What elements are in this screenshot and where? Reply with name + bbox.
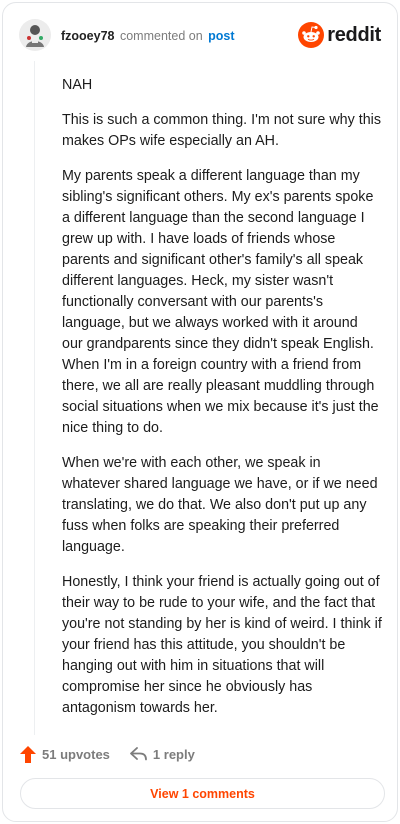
view-comments-button[interactable]: View 1 comments [20,778,385,809]
upvote-count: 51 upvotes [42,746,110,762]
comment-paragraph: When we're with each other, we speak in … [62,455,378,555]
thread-line [34,61,35,735]
comment-actions: 51 upvotes 1 reply [20,743,195,765]
reply-arrow-icon [130,747,147,761]
reply-button[interactable]: 1 reply [130,747,195,762]
upvote-arrow-icon [20,745,36,763]
brand-wordmark: reddit [327,23,381,46]
comment-meta: fzooey78 commented on post [61,28,235,44]
comment-paragraph: My parents speak a different language th… [62,168,379,436]
action-text: commented on [119,29,203,43]
reddit-logo[interactable]: reddit [298,21,381,49]
reddit-snoo-icon [298,22,325,48]
comment-paragraph: NAH [62,77,93,93]
comment-paragraph: Honestly, I think your friend is actuall… [62,574,382,716]
username-link[interactable]: fzooey78 [61,29,115,43]
avatar-icon[interactable] [19,19,51,51]
reply-count: 1 reply [152,746,195,762]
post-link[interactable]: post [208,29,234,43]
comment-card: fzooey78 commented on post reddit NAH Th… [2,2,398,822]
upvote-button[interactable]: 51 upvotes [20,745,110,763]
comment-paragraph: This is such a common thing. I'm not sur… [62,112,381,149]
comment-header: fzooey78 commented on post reddit [19,19,381,53]
comment-body: NAH This is such a common thing. I'm not… [62,75,382,733]
